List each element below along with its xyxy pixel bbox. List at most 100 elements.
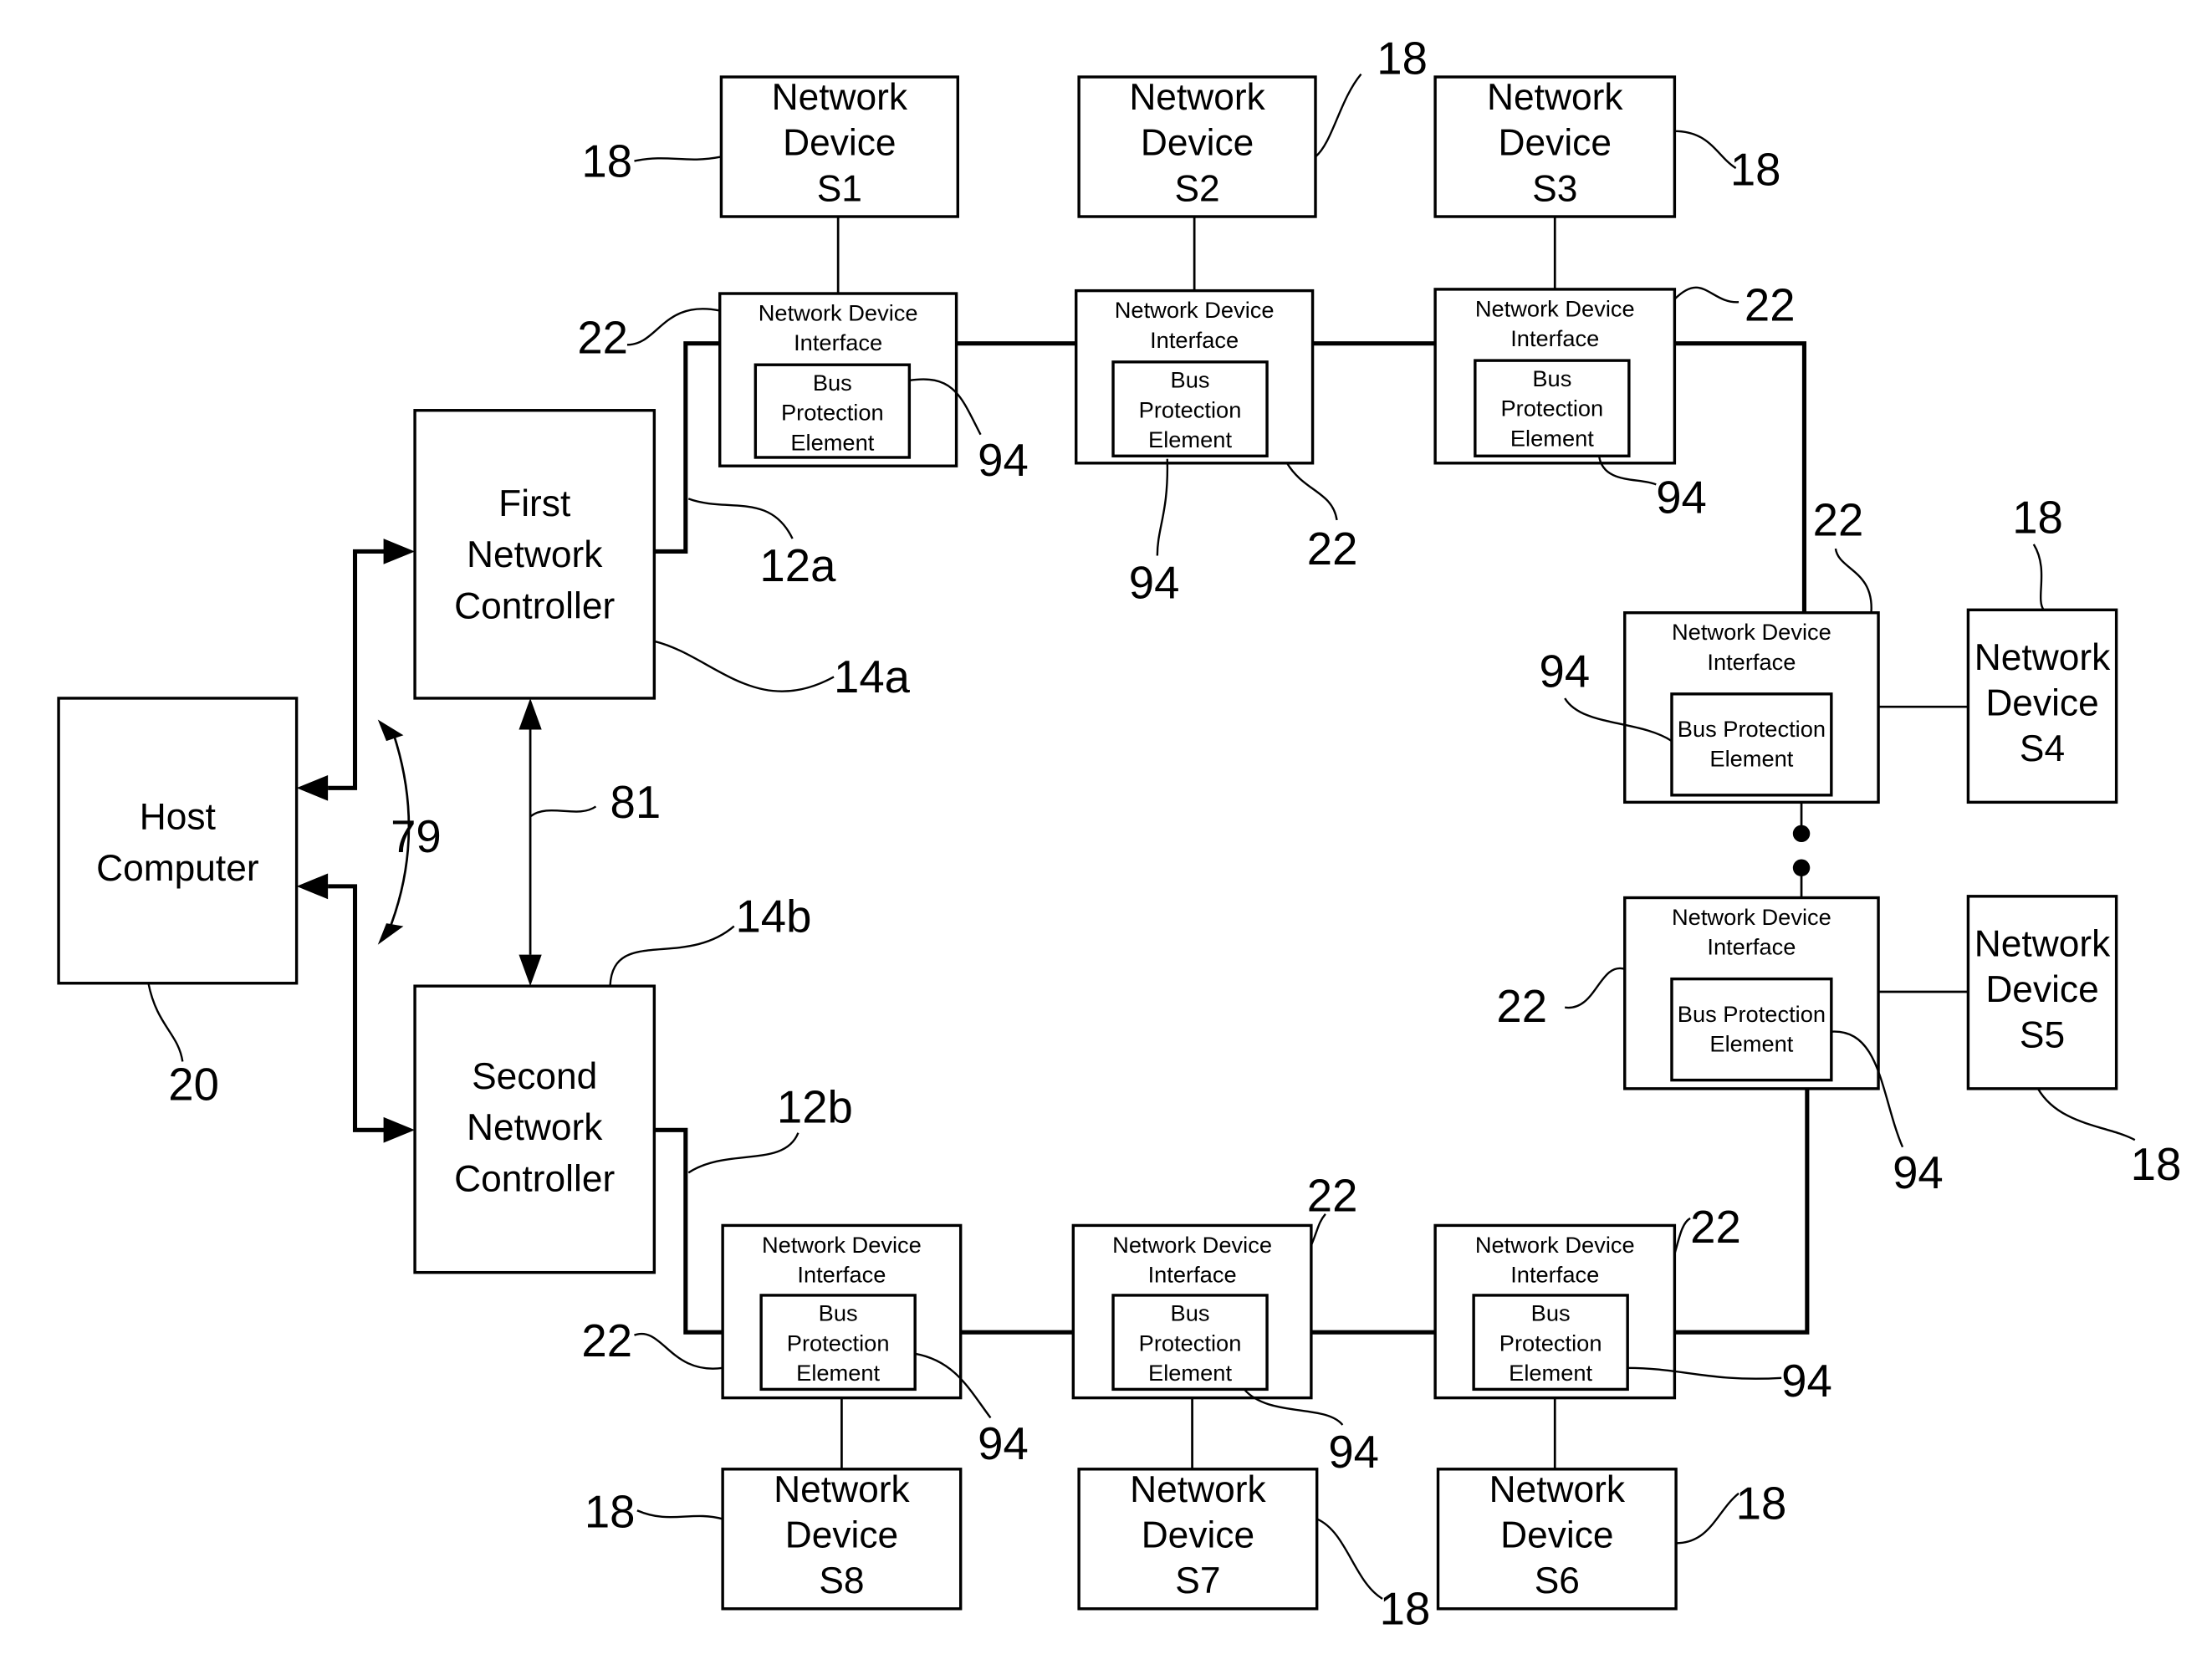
network-device-label: Device [1499, 123, 1612, 164]
interface-label: Network Device [1672, 619, 1831, 645]
reference-leader [1673, 286, 1739, 304]
interface-label: Interface [1148, 1262, 1237, 1288]
reference-leader [687, 498, 794, 539]
arrow-to-second-controller [383, 1116, 416, 1143]
reference-leader [2032, 544, 2045, 611]
reference-numeral: 94 [1893, 1147, 1944, 1198]
bus-12a-first-segment [654, 341, 720, 554]
reference-leader [654, 640, 835, 692]
reference-numeral: 94 [1328, 1427, 1379, 1478]
network-device-label: Device [1141, 123, 1254, 164]
network-device-id: S5 [2020, 1014, 2065, 1055]
bus-protection-label: Element [790, 429, 874, 455]
reference-leader [1676, 1492, 1739, 1545]
bus-protection-element-box [1670, 977, 1833, 1082]
bus-protection-label: Protection [1139, 396, 1242, 422]
bus-protection-label: Bus [1532, 365, 1571, 391]
reference-numeral: 81 [610, 777, 662, 828]
arrow-to-first-controller [383, 539, 416, 564]
reference-leader [1565, 967, 1626, 1009]
reference-numeral: 79 [391, 811, 442, 862]
network-device-label: Device [785, 1515, 898, 1556]
host-computer-box [57, 697, 299, 985]
reference-numeral: 18 [585, 1487, 636, 1538]
bus-protection-label: Bus [819, 1300, 858, 1326]
network-device-label: Network [772, 77, 908, 118]
network-device-label: Device [1985, 969, 2098, 1010]
reference-numeral: 22 [1496, 981, 1547, 1032]
network-device-label: Network [1489, 1469, 1626, 1510]
bus-protection-label: Element [1510, 425, 1594, 451]
reference-numeral: 94 [978, 1418, 1029, 1469]
network-diagram: Host Computer First Network Controller Second… [57, 33, 2182, 1635]
bus-protection-label: Protection [1139, 1330, 1242, 1356]
bus-protection-label: Protection [787, 1330, 890, 1356]
reference-numeral: 94 [1540, 646, 1591, 697]
reference-numeral: 94 [978, 435, 1029, 486]
reference-leader [529, 805, 597, 818]
host-computer-label: Computer [96, 848, 259, 889]
bus-protection-label: Bus [813, 370, 852, 396]
bus-protection-label: Bus Protection [1678, 1001, 1826, 1027]
reference-numeral: 22 [1745, 279, 1796, 330]
second-controller-label: Controller [454, 1159, 615, 1200]
reference-numeral: 18 [1730, 145, 1781, 196]
reference-leader [1674, 130, 1737, 170]
arrow-79-top [377, 719, 404, 742]
network-device-id: S3 [1532, 168, 1577, 209]
first-controller-label: First [498, 483, 570, 524]
interface-label: Network Device [1112, 1232, 1272, 1258]
first-controller-label: Network [467, 534, 603, 575]
reference-leader [2036, 1088, 2136, 1141]
interface-label: Network Device [1672, 904, 1831, 930]
arrow-79-bottom [377, 923, 404, 945]
reference-numeral: 18 [581, 135, 632, 186]
network-device-label: Network [1974, 637, 2111, 678]
reference-numeral: 18 [1736, 1478, 1787, 1529]
network-device-label: Network [1129, 77, 1265, 118]
interface-label: Interface [1150, 327, 1239, 353]
interface-label: Interface [797, 1262, 886, 1288]
bus-protection-label: Bus [1531, 1300, 1571, 1326]
reference-numeral: 12a [759, 540, 836, 591]
reference-leader [1316, 1518, 1383, 1600]
reference-leader [687, 1132, 799, 1174]
bus-protection-label: Protection [1500, 396, 1603, 421]
reference-numeral: 22 [581, 1315, 632, 1366]
bus-12b-last-segment [654, 1127, 723, 1335]
reference-numeral: 94 [1656, 472, 1707, 523]
bus-protection-label: Element [1148, 1360, 1232, 1386]
reference-numeral: 18 [2012, 492, 2063, 543]
reference-leader [1673, 1217, 1691, 1254]
arrow-up-first-controller [519, 697, 542, 730]
interface-label: Interface [794, 329, 882, 355]
interface-label: Interface [1707, 649, 1796, 675]
interface-label: Network Device [762, 1232, 922, 1258]
network-device-label: Network [1974, 923, 2111, 964]
reference-numeral: 18 [2131, 1139, 2182, 1190]
reference-numeral: 18 [1377, 33, 1428, 84]
host-to-second-controller-link [328, 884, 386, 1132]
bus-protection-label: Element [1709, 1031, 1793, 1057]
interface-label: Network Device [1475, 1232, 1635, 1258]
reference-numeral: 14a [834, 651, 911, 702]
reference-numeral: 94 [1781, 1356, 1832, 1407]
bus-protection-label: Bus [1171, 1300, 1210, 1326]
bus-protection-label: Element [796, 1360, 880, 1386]
reference-leader [626, 308, 720, 346]
second-controller-label: Second [472, 1056, 597, 1097]
host-computer-label: Host [140, 797, 216, 838]
bus-protection-label: Protection [781, 400, 884, 426]
reference-numeral: 22 [1307, 1170, 1358, 1221]
reference-leader [1834, 548, 1872, 613]
arrow-to-host-upper [296, 774, 329, 801]
network-device-id: S8 [819, 1560, 864, 1601]
reference-numeral: 14b [735, 891, 811, 942]
arrow-to-host-lower [296, 873, 329, 900]
reference-numeral: 22 [1690, 1202, 1741, 1253]
bus-protection-label: Element [1509, 1360, 1592, 1386]
network-device-label: Network [774, 1469, 910, 1510]
bus-protection-label: Element [1709, 746, 1793, 772]
arrow-down-second-controller [519, 954, 542, 987]
reference-numeral: 20 [168, 1059, 219, 1110]
